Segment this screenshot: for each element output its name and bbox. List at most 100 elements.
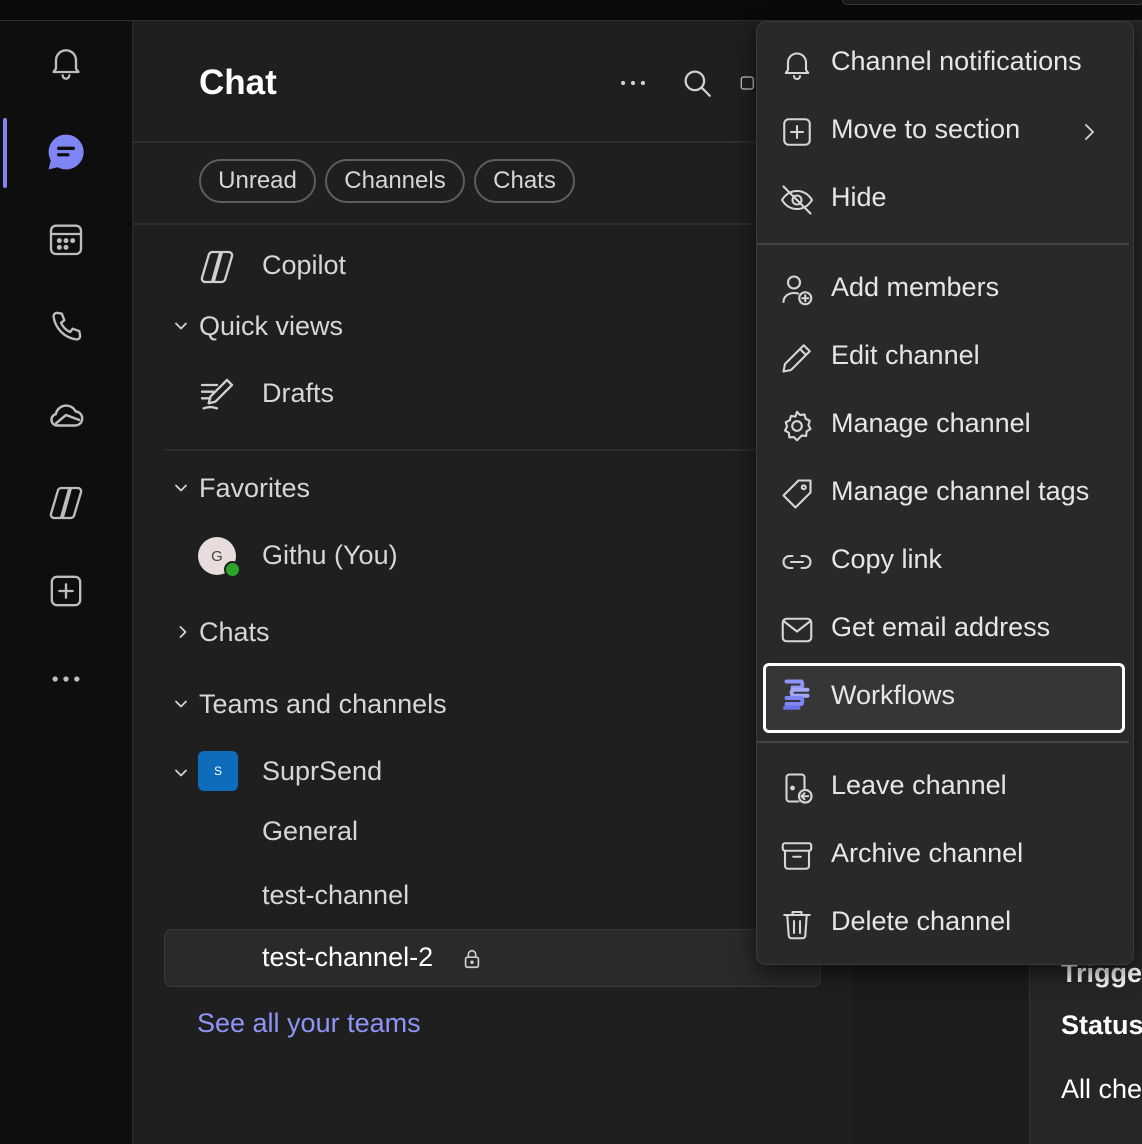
chevron-down-icon [175, 769, 187, 777]
calendar-icon [49, 224, 83, 256]
menu-item-delete-channel[interactable]: Delete channel [763, 892, 1125, 956]
channel-test-channel-2[interactable]: test-channel-2 [164, 929, 821, 987]
section-label: Chats [199, 617, 270, 647]
page-title: Chat [199, 63, 277, 102]
menu-item-label: Copy link [831, 544, 943, 574]
channel-label: test-channel [262, 880, 410, 910]
more-icon [52, 676, 80, 682]
phone-icon [52, 311, 82, 341]
section-chats[interactable]: Chats [133, 609, 753, 655]
filter-chats[interactable]: Chats [474, 159, 575, 203]
menu-item-hide[interactable]: Hide [763, 168, 1125, 232]
gear-icon [783, 410, 812, 442]
rail-chat[interactable] [38, 124, 94, 180]
channel-general[interactable]: General [133, 807, 753, 857]
section-quick-views[interactable]: Quick views [133, 303, 753, 349]
menu-item-label: Delete channel [831, 906, 1012, 936]
menu-item-label: Add members [831, 272, 1000, 302]
channel-test-channel[interactable]: test-channel [133, 871, 753, 921]
see-all-teams-link[interactable]: See all your teams [197, 1008, 421, 1039]
person-add-icon [782, 275, 813, 306]
active-indicator [3, 118, 7, 188]
channel-label: General [262, 816, 359, 846]
rail-more[interactable] [38, 651, 94, 707]
more-options-button[interactable] [613, 63, 653, 103]
team-avatar: S [198, 751, 238, 791]
section-favorites[interactable]: Favorites [133, 465, 753, 511]
square-plus-icon [783, 118, 811, 146]
menu-item-add-members[interactable]: Add members [763, 258, 1125, 322]
more-icon [620, 80, 646, 86]
menu-item-label: Archive channel [831, 838, 1024, 868]
header-divider [133, 141, 853, 143]
section-teams-and-channels[interactable]: Teams and channels [133, 681, 753, 727]
rail-calendar[interactable] [38, 211, 94, 267]
copilot-icon [49, 486, 83, 520]
chat-list-pane: Chat Unread Channels Chats Copilot Quick… [133, 21, 885, 1144]
menu-item-label: Get email address [831, 612, 1051, 642]
filter-channels[interactable]: Channels [325, 159, 465, 203]
channel-context-menu: Channel notifications Move to section Hi… [756, 21, 1134, 965]
mail-icon [781, 617, 813, 643]
detail-fragment-status: Status [1061, 1010, 1142, 1040]
link-icon [782, 554, 812, 570]
copilot-icon [200, 250, 234, 284]
drafts-icon [200, 378, 234, 410]
rail-apps[interactable] [38, 563, 94, 619]
menu-divider [757, 741, 1129, 743]
chat-icon [48, 134, 84, 170]
rail-onedrive[interactable] [38, 387, 94, 443]
trash-icon [783, 910, 811, 940]
menu-item-edit-channel[interactable]: Edit channel [763, 326, 1125, 390]
new-chat-button[interactable] [739, 63, 757, 103]
bell-icon [52, 49, 80, 80]
menu-item-label: Manage channel tags [831, 476, 1090, 506]
team-label: SuprSend [262, 756, 383, 786]
menu-item-copy-link[interactable]: Copy link [763, 530, 1125, 594]
archive-icon [781, 842, 813, 870]
list-item-copilot[interactable]: Copilot [133, 239, 753, 295]
tag-icon [782, 479, 812, 509]
detail-fragment-all: All che [1061, 1074, 1142, 1104]
lock-icon [464, 949, 480, 969]
door-leave-icon [785, 773, 813, 804]
team-suprsend[interactable]: S SuprSend [133, 745, 753, 801]
menu-item-label: Channel notifications [831, 46, 1082, 76]
app-rail [0, 21, 133, 1144]
search-box-fragment[interactable] [842, 0, 1142, 5]
chevron-right-icon [1085, 124, 1094, 140]
section-label: Favorites [199, 473, 311, 503]
rail-activity[interactable] [38, 34, 94, 90]
rail-calls[interactable] [38, 299, 94, 355]
add-apps-icon [50, 575, 82, 607]
menu-item-channel-notifications[interactable]: Channel notifications [763, 32, 1125, 96]
cloud-icon [50, 404, 84, 427]
menu-item-label: Edit channel [831, 340, 980, 370]
search-button[interactable] [677, 63, 717, 103]
rail-copilot[interactable] [38, 475, 94, 531]
compose-icon [740, 76, 754, 90]
bell-icon [784, 52, 810, 80]
list-item-self[interactable]: G Githu (You) [133, 529, 753, 585]
list-item-label: Githu (You) [262, 540, 398, 570]
chevron-right-icon [179, 626, 187, 638]
menu-item-label: Leave channel [831, 770, 1007, 800]
search-icon [684, 70, 711, 97]
list-item-label: Copilot [262, 250, 347, 280]
menu-item-label: Hide [831, 182, 887, 212]
menu-item-move-to-section[interactable]: Move to section [763, 100, 1125, 164]
chevron-down-icon [175, 700, 187, 708]
menu-item-manage-channel-tags[interactable]: Manage channel tags [763, 462, 1125, 526]
menu-item-manage-channel[interactable]: Manage channel [763, 394, 1125, 458]
filter-unread[interactable]: Unread [199, 159, 316, 203]
eye-off-icon [780, 185, 814, 215]
workflows-icon [783, 679, 810, 710]
menu-item-leave-channel[interactable]: Leave channel [763, 756, 1125, 820]
title-bar [0, 0, 1142, 21]
menu-item-workflows[interactable]: Workflows [763, 663, 1125, 733]
menu-item-archive-channel[interactable]: Archive channel [763, 824, 1125, 888]
menu-item-label: Move to section [831, 114, 1021, 144]
list-item-drafts[interactable]: Drafts [133, 367, 753, 423]
menu-divider [757, 243, 1129, 245]
menu-item-get-email-address[interactable]: Get email address [763, 598, 1125, 662]
